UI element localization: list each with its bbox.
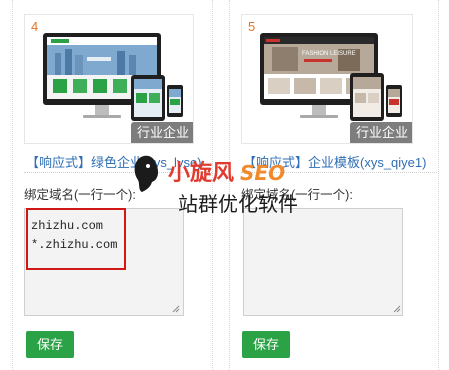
template-card: 5 FASHION LEISURE 行业企业 【响应式】企业模板(xys_qiy… — [229, 0, 439, 370]
template-thumbnail[interactable]: 4 行业企业 — [24, 14, 194, 144]
column-divider — [212, 0, 213, 370]
resize-grip-icon[interactable] — [393, 305, 401, 313]
resize-grip-icon[interactable] — [172, 305, 180, 313]
domain-textarea[interactable]: zhizhu.com *.zhizhu.com — [24, 208, 184, 316]
category-tag: 行业企业 — [130, 122, 193, 143]
save-button[interactable]: 保存 — [26, 331, 74, 358]
category-tag: 行业企业 — [349, 122, 412, 143]
template-card: 4 行业企业 【响应式】绿色企业(xys_lvse) 绑定域名(一行一个): z… — [12, 0, 212, 370]
divider — [241, 172, 437, 173]
preview-banner-text: FASHION LEISURE — [302, 51, 356, 57]
save-button[interactable]: 保存 — [242, 331, 290, 358]
template-title-link[interactable]: 【响应式】企业模板(xys_qiye1) — [243, 152, 426, 171]
domain-label: 绑定域名(一行一个): — [24, 188, 136, 202]
domain-textarea[interactable] — [243, 208, 403, 316]
template-thumbnail[interactable]: 5 FASHION LEISURE 行业企业 — [241, 14, 413, 144]
template-title-link[interactable]: 【响应式】绿色企业(xys_lvse) — [26, 152, 202, 171]
divider — [24, 172, 212, 173]
domain-label: 绑定域名(一行一个): — [241, 188, 353, 202]
